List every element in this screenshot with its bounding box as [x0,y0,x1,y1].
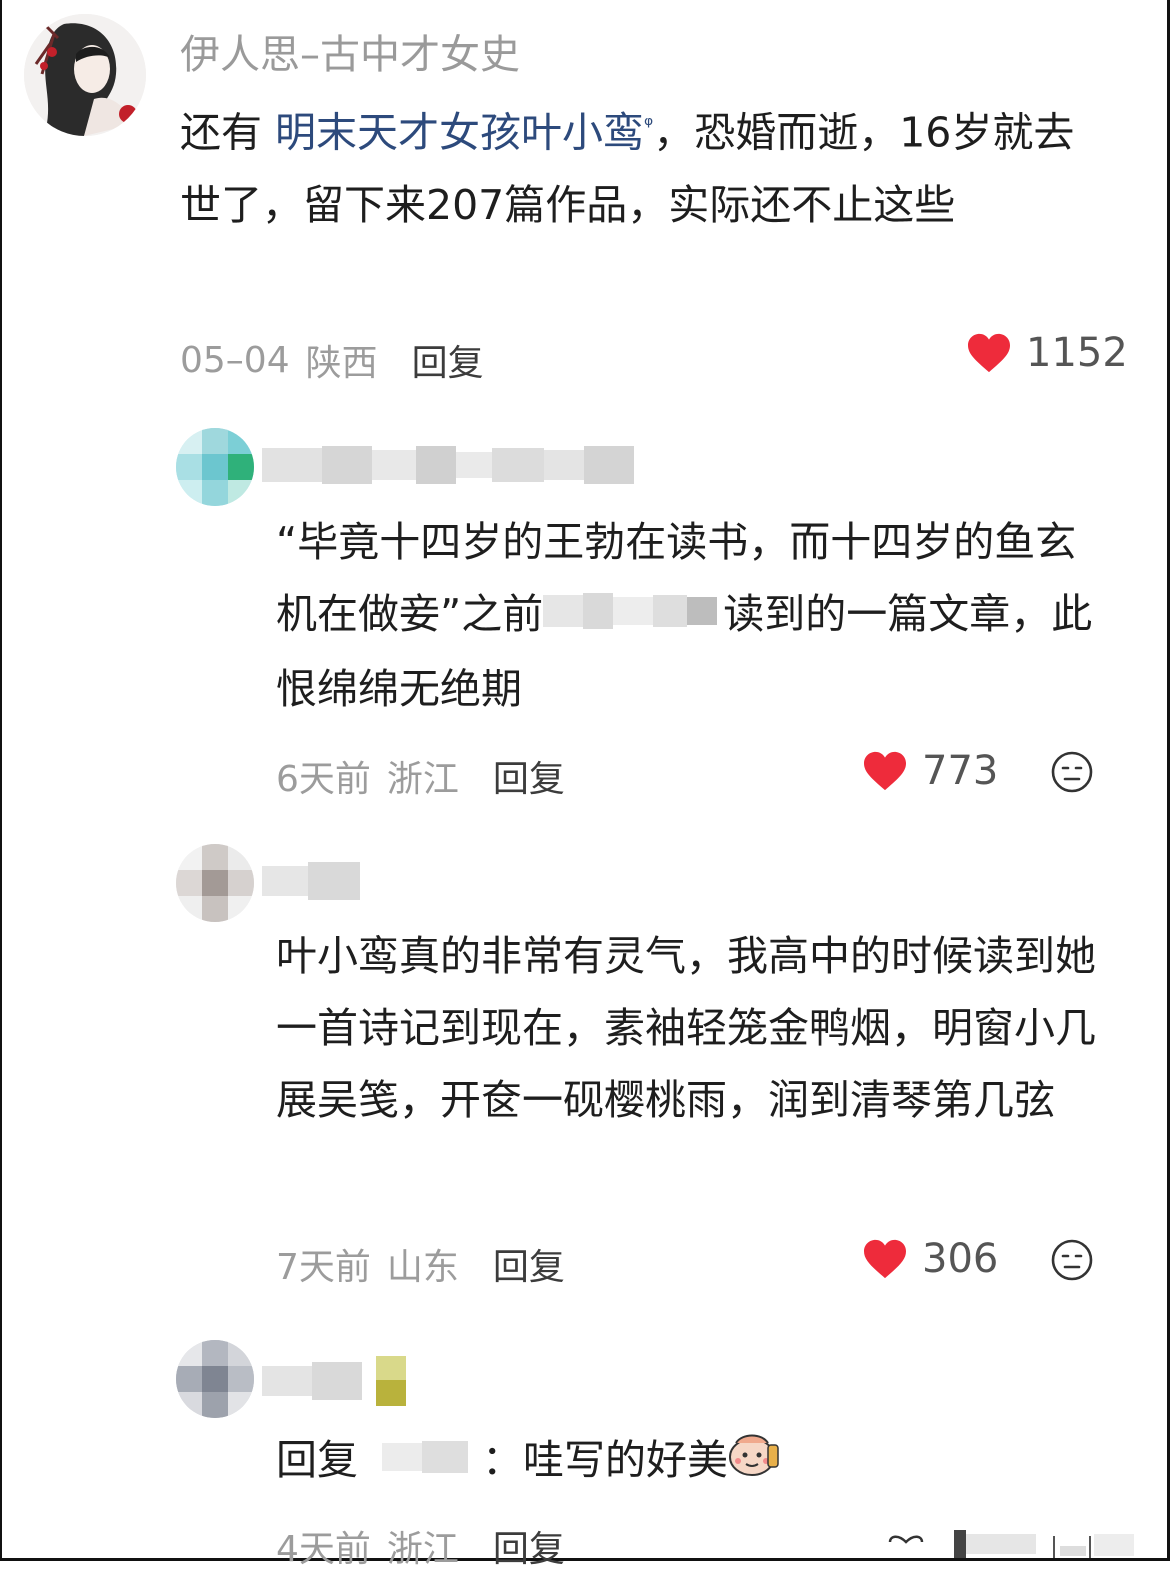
reply-prefix: 回复 [276,1436,358,1484]
like-count: 773 [922,748,999,794]
blurred-username [262,862,360,900]
comment-text: 叶小鸾真的非常有灵气，我高中的时候读到她一首诗记到现在，素袖轻笼金鸭烟，明窗小几… [276,932,1096,1124]
avatar-image-pixelated [176,428,254,506]
like-button[interactable]: 306 [862,1236,998,1282]
reply-text: ：哇写的好美 [482,1436,728,1484]
avatar[interactable] [176,844,254,922]
heart-icon [864,751,906,791]
comment-meta: 7天前 山东 回复 [276,1238,565,1290]
heart-icon [864,1239,906,1279]
mood-icon[interactable] [1050,1238,1094,1286]
reply-button[interactable]: 回复 [493,1238,565,1290]
blurred-username [262,446,634,484]
like-count: 1152 [1026,330,1128,376]
comment-text: 回复 ：哇写的好美 [276,1424,1112,1499]
comment-author-blurred[interactable] [262,442,642,498]
comment-author[interactable]: 伊人思–古中才女史 [180,22,520,80]
comment-meta: 05–04 陕西 回复 [180,334,484,386]
heart-icon [888,1530,1134,1558]
redacted-text [543,581,723,653]
comment-author-blurred[interactable] [262,858,372,914]
reply-button[interactable]: 回复 [493,1520,565,1572]
comment-text-prefix: 还有 [180,108,276,157]
avatar[interactable] [176,1340,254,1418]
emoji-sticker [728,1427,780,1499]
heart-icon [968,333,1010,373]
avatar-image-pixelated [176,1340,254,1418]
reply-button[interactable]: 回复 [493,750,565,802]
like-button[interactable]: 1152 [966,330,1128,376]
redacted-username[interactable] [382,1427,482,1499]
avatar-image-pixelated [176,844,254,922]
search-icon[interactable]: ᵠ [644,113,653,138]
comment-date: 6天前 [276,759,371,800]
comment-location: 陕西 [305,343,378,384]
like-button-partial[interactable] [884,1522,1144,1562]
comment-location: 浙江 [386,1529,459,1570]
avatar[interactable] [24,14,146,136]
blurred-username [262,1356,406,1406]
comment-date: 4天前 [276,1529,371,1570]
search-link[interactable]: 明末天才女孩叶小鸾 [275,109,644,157]
reply-button[interactable]: 回复 [412,334,484,386]
like-button[interactable]: 773 [862,748,998,794]
comment-date: 7天前 [276,1247,371,1288]
comment-author-blurred[interactable] [262,1354,432,1420]
comment-meta: 6天前 浙江 回复 [276,750,565,802]
comment-date: 05–04 [180,339,290,381]
like-count: 306 [922,1236,999,1282]
avatar[interactable] [176,428,254,506]
comment-text: “毕竟十四岁的王勃在读书，而十四岁的鱼玄机在做妾”之前 读到的一篇文章，此恨绵绵无… [276,506,1112,725]
avatar-image [24,14,146,136]
comment-meta: 4天前 浙江 回复 [276,1520,565,1572]
comment-text: 还有 明末天才女孩叶小鸾ᵠ，恐婚而逝，16岁就去世了，留下来207篇作品，实际还… [180,90,1115,241]
comment-location: 山东 [386,1247,459,1288]
mood-icon[interactable] [1050,750,1094,798]
comment-location: 浙江 [386,759,459,800]
